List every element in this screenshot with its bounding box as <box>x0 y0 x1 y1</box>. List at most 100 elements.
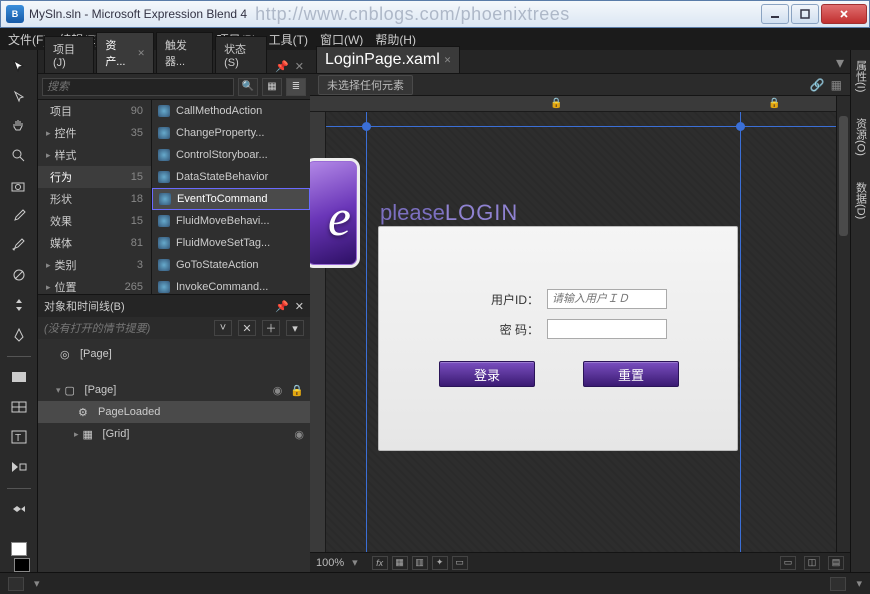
view-list-icon[interactable]: ≣ <box>286 78 306 96</box>
pen-tool[interactable] <box>6 324 32 346</box>
category-row[interactable]: ▸控件35 <box>38 122 151 144</box>
new-storyboard-button[interactable]: ＋ <box>262 320 280 336</box>
password-label: 密 码： <box>479 321 539 338</box>
guide-line[interactable] <box>740 112 741 552</box>
asset-item[interactable]: FluidMoveSetTag... <box>152 232 310 254</box>
guide-handle[interactable] <box>736 122 745 131</box>
snap-lines-icon[interactable]: ▥ <box>412 556 428 570</box>
tree-row[interactable]: ⚙PageLoaded <box>38 401 310 423</box>
window-maximize-button[interactable] <box>791 4 819 24</box>
menu-window[interactable]: 窗口(W) <box>320 31 363 48</box>
guide-line[interactable] <box>366 112 367 552</box>
tree-row[interactable]: ◎[Page] <box>38 343 310 365</box>
transform-tool[interactable] <box>6 294 32 316</box>
asset-item[interactable]: EventToCommand <box>152 188 310 210</box>
lock-icon[interactable]: 🔒 <box>290 384 304 397</box>
password-input[interactable] <box>547 319 667 339</box>
asset-item[interactable]: InvokeCommand... <box>152 276 310 294</box>
pin-icon[interactable]: 📌 <box>275 60 289 73</box>
window-minimize-button[interactable] <box>761 4 789 24</box>
status-errors-icon[interactable] <box>8 577 24 591</box>
tree-row[interactable]: ▾▢[Page]◉🔒 <box>38 379 310 401</box>
tree-row[interactable]: ▸▦[Grid]◉ <box>38 423 310 445</box>
asset-item[interactable]: CallMethodAction <box>152 100 310 122</box>
tab-data[interactable]: 数据(D) <box>853 178 869 223</box>
category-row[interactable]: 媒体81 <box>38 232 151 254</box>
close-panel-icon[interactable]: ✕ <box>295 60 304 73</box>
grid-toggle-icon[interactable]: ▦ <box>831 78 842 92</box>
category-row[interactable]: ▸类别3 <box>38 254 151 276</box>
tab-properties[interactable]: 属性(I) <box>853 56 869 96</box>
close-panel-icon[interactable]: ✕ <box>295 300 304 313</box>
direct-select-tool[interactable] <box>6 86 32 108</box>
asset-item[interactable]: ControlStoryboar... <box>152 144 310 166</box>
document-tab[interactable]: LoginPage.xaml✕ <box>316 46 460 73</box>
window-close-button[interactable] <box>821 4 867 24</box>
foreground-swatch[interactable] <box>11 542 27 556</box>
view-grid-icon[interactable]: ▦ <box>262 78 282 96</box>
close-icon[interactable]: ✕ <box>444 55 452 66</box>
gradient-tool[interactable] <box>6 264 32 286</box>
chevron-down-icon[interactable]: ▾ <box>34 577 40 590</box>
tab-states[interactable]: 状态(S) <box>215 36 267 73</box>
chevron-down-icon[interactable]: ▾ <box>856 577 862 590</box>
search-input[interactable] <box>42 78 234 96</box>
asset-item[interactable]: DataStateBehavior <box>152 166 310 188</box>
camera-tool[interactable] <box>6 175 32 197</box>
menu-tools[interactable]: 工具(T) <box>269 31 308 48</box>
category-row[interactable]: ▸样式 <box>38 144 151 166</box>
tab-triggers[interactable]: 触发器... <box>156 32 213 73</box>
snap-toggle-icon[interactable]: ✦ <box>432 556 448 570</box>
layout-tool[interactable] <box>6 396 32 418</box>
pin-icon[interactable]: 📌 <box>275 300 289 313</box>
code-view-icon[interactable]: ▤ <box>828 556 844 570</box>
chevron-down-icon[interactable]: ▾ <box>836 53 844 73</box>
fx-icon[interactable]: fx <box>372 556 388 570</box>
asset-item[interactable]: ChangeProperty... <box>152 122 310 144</box>
reset-button[interactable]: 重置 <box>583 361 679 387</box>
rectangle-tool[interactable] <box>6 367 32 389</box>
category-row[interactable]: 效果15 <box>38 210 151 232</box>
menu-help[interactable]: 帮助(H) <box>375 31 416 48</box>
category-row[interactable]: 行为15 <box>38 166 151 188</box>
pan-tool[interactable] <box>6 116 32 138</box>
zoom-level[interactable]: 100% <box>316 557 344 569</box>
asset-library-button[interactable] <box>6 499 32 521</box>
user-id-input[interactable] <box>547 289 667 309</box>
login-button[interactable]: 登录 <box>439 361 535 387</box>
close-icon[interactable]: ✕ <box>137 48 145 59</box>
asset-item[interactable]: GoToStateAction <box>152 254 310 276</box>
selection-tool[interactable] <box>6 56 32 78</box>
guide-handle[interactable] <box>362 122 371 131</box>
brush-tool[interactable] <box>6 235 32 257</box>
visibility-icon[interactable]: ◉ <box>273 384 283 397</box>
close-storyboard-icon[interactable]: ✕ <box>238 320 256 336</box>
snap-grid-icon[interactable]: ▦ <box>392 556 408 570</box>
tab-project[interactable]: 项目(J) <box>44 36 94 73</box>
category-row[interactable]: 项目90 <box>38 100 151 122</box>
search-icon[interactable]: 🔍 <box>238 78 258 96</box>
canvas[interactable]: 🔒 🔒 e pleaseLOGIN 用户ID： 密 码： 登录 <box>310 96 850 552</box>
control-tool[interactable] <box>6 456 32 478</box>
split-view-icon[interactable]: ◫ <box>804 556 820 570</box>
eyedropper-tool[interactable] <box>6 205 32 227</box>
status-output-icon[interactable] <box>830 577 846 591</box>
design-view-icon[interactable]: ▭ <box>780 556 796 570</box>
annotation-icon[interactable]: ▭ <box>452 556 468 570</box>
visibility-icon[interactable]: ◉ <box>294 428 304 441</box>
storyboard-dropdown[interactable]: ˅ <box>214 320 232 336</box>
zoom-tool[interactable] <box>6 145 32 167</box>
asset-item[interactable]: FluidMoveBehavi... <box>152 210 310 232</box>
link-icon[interactable]: 🔗 <box>810 78 825 92</box>
tab-assets[interactable]: 资产...✕ <box>96 32 154 73</box>
tab-resources[interactable]: 资源(O) <box>853 114 869 160</box>
objects-header: 对象和时间线(B) <box>44 298 125 314</box>
vertical-scrollbar[interactable] <box>836 96 850 552</box>
horizontal-ruler[interactable] <box>310 96 836 112</box>
storyboard-menu-icon[interactable]: ▾ <box>286 320 304 336</box>
text-tool[interactable]: T <box>6 426 32 448</box>
category-row[interactable]: 形状18 <box>38 188 151 210</box>
guide-line[interactable] <box>326 126 836 127</box>
menu-file[interactable]: 文件(F) <box>8 31 47 48</box>
background-swatch[interactable] <box>14 558 30 572</box>
